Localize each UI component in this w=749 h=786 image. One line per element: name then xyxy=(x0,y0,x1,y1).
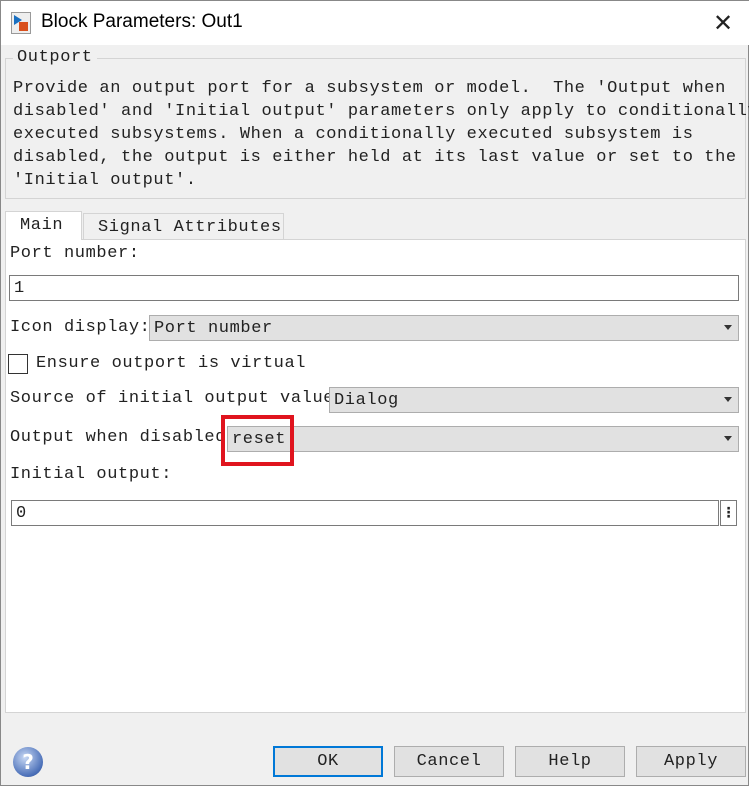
ok-button[interactable]: OK xyxy=(273,746,383,777)
close-icon[interactable]: ✕ xyxy=(706,7,740,39)
initial-output-input[interactable]: 0 xyxy=(11,500,719,526)
help-icon[interactable]: ? xyxy=(13,747,43,777)
icon-display-value: Port number xyxy=(154,319,273,338)
disabled-select[interactable]: reset xyxy=(227,426,739,452)
chevron-down-icon xyxy=(724,436,732,441)
port-number-input[interactable]: 1 xyxy=(9,275,739,301)
virtual-label: Ensure outport is virtual xyxy=(36,354,307,373)
chevron-down-icon xyxy=(724,397,732,402)
highlight-box xyxy=(221,415,294,466)
source-label: Source of initial output value: xyxy=(10,389,345,408)
port-number-label: Port number: xyxy=(10,244,140,263)
initial-output-label: Initial output: xyxy=(10,465,173,484)
tab-signal-attributes[interactable]: Signal Attributes xyxy=(83,213,284,241)
more-options-button[interactable]: ⋮ xyxy=(720,500,737,526)
disabled-label: Output when disabled: xyxy=(10,428,237,447)
window-title: Block Parameters: Out1 xyxy=(41,11,243,32)
icon-display-label: Icon display: xyxy=(10,318,151,337)
source-select[interactable]: Dialog xyxy=(329,387,739,413)
cancel-button[interactable]: Cancel xyxy=(394,746,504,777)
icon-display-select[interactable]: Port number xyxy=(149,315,739,341)
group-legend: Outport xyxy=(13,48,97,67)
simulink-block-icon xyxy=(11,12,31,34)
virtual-checkbox[interactable] xyxy=(8,354,28,374)
block-description: Provide an output port for a subsystem o… xyxy=(13,79,749,190)
apply-button[interactable]: Apply xyxy=(636,746,746,777)
chevron-down-icon xyxy=(724,325,732,330)
help-button[interactable]: Help xyxy=(515,746,625,777)
source-value: Dialog xyxy=(334,391,399,410)
tab-main[interactable]: Main xyxy=(5,211,82,240)
